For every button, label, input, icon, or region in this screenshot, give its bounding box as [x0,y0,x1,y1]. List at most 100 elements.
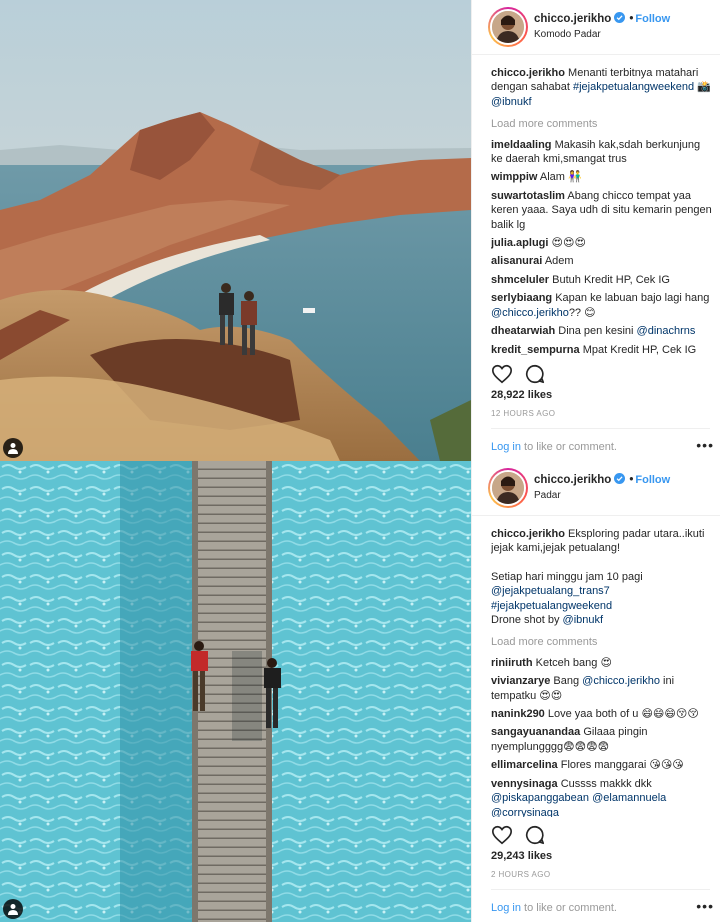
heart-icon[interactable] [491,363,513,385]
comment-item: nanink290 Love yaa both of u 😄😄😄😚😚 [491,707,713,721]
padar-landscape-image [0,0,471,461]
comment-item: serlybiaang Kapan ke labuan bajo lagi ha… [491,291,713,320]
comment-text: Flores manggarai 😘😘😘 [560,759,684,772]
comment-item: sangayuanandaa Gilaaa pingin nyemplunggg… [491,725,713,754]
post-photo-pier-sea[interactable] [0,461,471,922]
comment-item: dheatarwiah Dina pen kesini @dinachrns [491,324,713,338]
comment-username[interactable]: imeldaaling [491,139,552,151]
comment-text: Adem [544,255,574,268]
likes-count[interactable]: 29,243 likes [491,850,552,862]
comments-list: chicco.jerikho Eksploring padar utara..i… [491,527,713,817]
comment-text: 😍😍😍 [551,237,586,250]
separator-dot: • [629,474,634,486]
location-link[interactable]: Komodo Padar [534,29,601,40]
pier-drone-image [0,461,471,922]
comment-icon[interactable] [524,824,546,846]
login-suffix: to like or comment. [520,441,617,453]
post-timestamp[interactable]: 12 HOURS AGO [491,409,555,418]
post-header: chicco.jerikho • Follow Komodo Padar [472,0,720,55]
post-sidebar: chicco.jerikho • Follow Padar chicco.jerik… [471,461,720,922]
comments-list: chicco.jerikho Menanti terbitnya matahar… [491,66,713,356]
comment-username[interactable]: riniiruth [491,657,533,669]
comment-username[interactable]: vivianzarye [491,675,550,687]
verified-badge-icon [614,12,626,23]
comment-text: Ketceh bang 😍 [535,656,612,669]
verified-badge-icon [614,473,626,484]
comment-text: Alam 👫 [539,171,582,184]
comment-mention[interactable]: @piskapanggabean [491,792,589,804]
login-link[interactable]: Log in [491,902,521,914]
divider [491,889,710,890]
story-ring[interactable] [488,7,528,47]
post-photo-mountain-lake[interactable] [0,0,471,461]
comment-username[interactable]: sangayuanandaa [491,726,580,738]
caption-mention[interactable]: @ibnukf [491,96,532,108]
comment-username[interactable]: nanink290 [491,708,545,720]
tagged-users-icon[interactable] [3,438,23,458]
avatar[interactable] [490,9,526,45]
login-prompt: Log in to like or comment. [491,902,617,914]
avatar[interactable] [490,470,526,506]
story-ring[interactable] [488,468,528,508]
caption-hashtag[interactable]: #jejakpetualangweekend [491,599,713,613]
comment-mention[interactable]: @chicco.jerikho [582,675,660,687]
comment-username[interactable]: kredit_sempurna [491,344,580,356]
comment-username[interactable]: ellimarcelina [491,759,558,771]
comment-item: suwartotaslim Abang chicco tempat yaa ke… [491,189,713,232]
caption-mention[interactable]: @jejakpetualang_trans7 [491,584,713,598]
comment-username[interactable]: dheatarwiah [491,325,555,337]
caption-drone-credit: Drone shot by [491,614,560,627]
comment-mention[interactable]: @chicco.jerikho [491,307,569,319]
comment-item: alisanurai Adem [491,254,713,268]
comment-mention[interactable]: @corrysinaga [491,807,559,818]
comment-item: vennysinaga Cussss makkk dkk @piskapangg… [491,777,713,817]
comment-text: Dina pen kesini [558,325,634,338]
tagged-users-icon[interactable] [3,899,23,919]
instagram-post-2: chicco.jerikho • Follow Padar chicco.jerik… [0,461,720,922]
username-link[interactable]: chicco.jerikho [534,474,611,486]
follow-button[interactable]: Follow [635,13,670,25]
caption-emoji: 📸 [697,81,711,94]
comment-text: Bang [553,675,580,688]
caption-username[interactable]: chicco.jerikho [491,528,565,540]
login-link[interactable]: Log in [491,441,521,453]
instagram-post-1: chicco.jerikho • Follow Komodo Padar chicc… [0,0,720,461]
login-prompt: Log in to like or comment. [491,441,617,453]
comment-username[interactable]: vennysinaga [491,778,558,790]
caption-mention[interactable]: @ibnukf [563,614,604,626]
caption: chicco.jerikho Eksploring padar utara..i… [491,527,713,627]
login-suffix: to like or comment. [520,902,617,914]
post-sidebar: chicco.jerikho • Follow Komodo Padar chicc… [471,0,720,461]
follow-button[interactable]: Follow [635,474,670,486]
comment-username[interactable]: shmceluler [491,274,549,286]
post-timestamp[interactable]: 2 HOURS AGO [491,870,551,879]
comment-username[interactable]: julia.aplugi [491,237,548,249]
comment-mention[interactable]: @dinachrns [637,325,696,337]
divider [491,428,710,429]
comment-item: wimppiw Alam 👫 [491,170,713,184]
comment-icon[interactable] [524,363,546,385]
post-username-row: chicco.jerikho • Follow [534,473,670,486]
comment-item: julia.aplugi 😍😍😍 [491,236,713,250]
comment-mention[interactable]: @elamannuela [592,792,666,804]
load-more-comments-button[interactable]: Load more comments [491,635,713,649]
comment-username[interactable]: suwartotaslim [491,190,565,202]
comment-item: ellimarcelina Flores manggarai 😘😘😘 [491,758,713,772]
location-link[interactable]: Padar [534,490,561,501]
more-options-icon[interactable]: ••• [696,437,714,453]
more-options-icon[interactable]: ••• [696,898,714,914]
caption-username[interactable]: chicco.jerikho [491,67,565,79]
comment-username[interactable]: wimppiw [491,171,537,183]
load-more-comments-button[interactable]: Load more comments [491,117,713,131]
comment-item: imeldaaling Makasih kak,sdah berkunjung … [491,138,713,167]
username-link[interactable]: chicco.jerikho [534,13,611,25]
caption-hashtag[interactable]: #jejakpetualangweekend [573,81,694,93]
heart-icon[interactable] [491,824,513,846]
comment-username[interactable]: alisanurai [491,255,542,267]
likes-count[interactable]: 28,922 likes [491,389,552,401]
caption-schedule: Setiap hari minggu jam 10 pagi [491,570,643,583]
comment-text: Cussss makkk dkk [560,777,652,790]
comment-username[interactable]: serlybiaang [491,292,552,304]
comment-item: kredit_sempurna Mpat Kredit HP, Cek IG [491,343,713,357]
post-username-row: chicco.jerikho • Follow [534,12,670,25]
